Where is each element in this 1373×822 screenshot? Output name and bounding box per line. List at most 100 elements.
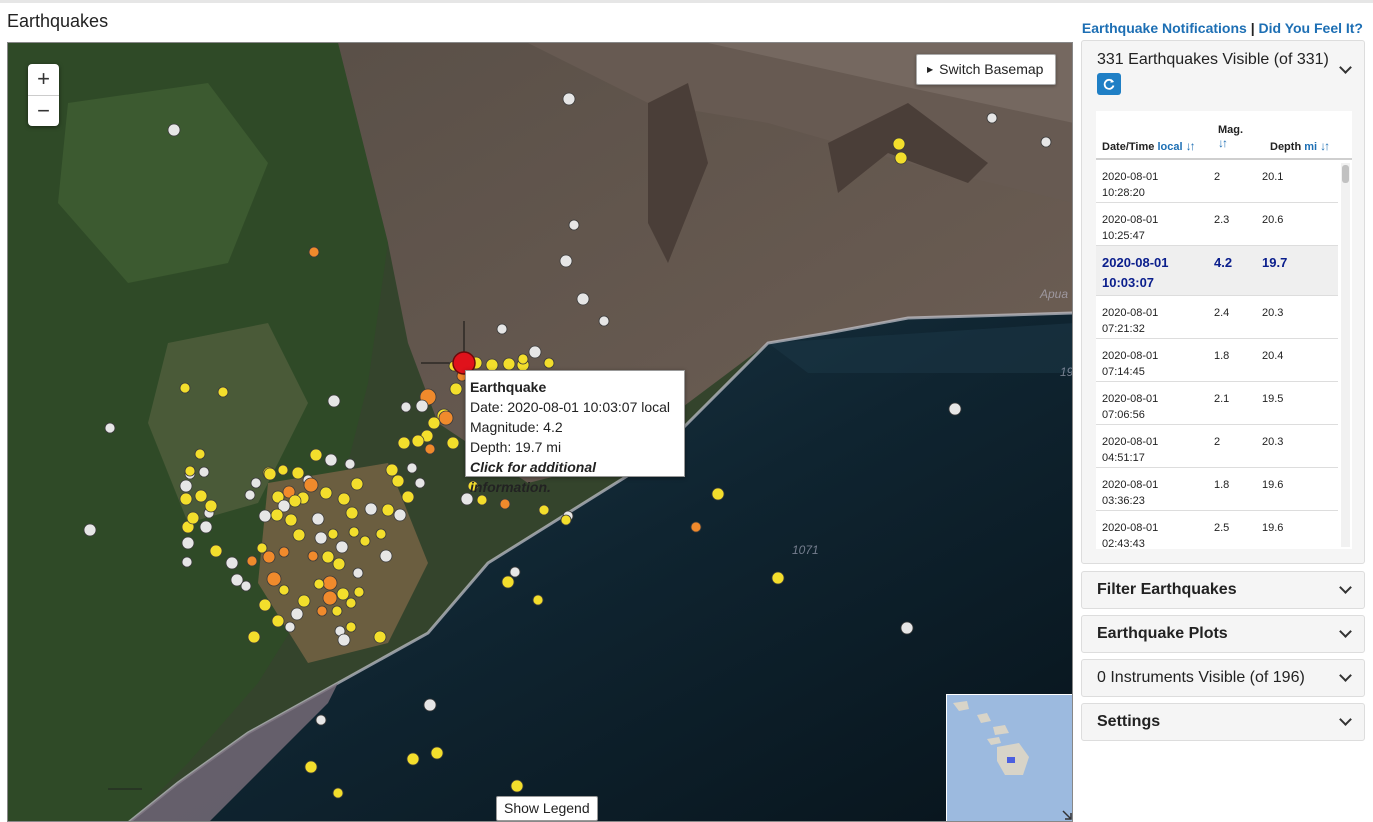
earthquake-marker[interactable] — [225, 556, 239, 570]
earthquake-marker[interactable] — [277, 464, 289, 476]
earthquake-marker[interactable] — [393, 508, 407, 522]
earthquake-marker[interactable] — [291, 466, 305, 480]
earthquake-marker[interactable] — [314, 531, 328, 545]
earthquake-marker[interactable] — [307, 550, 319, 562]
earthquake-marker[interactable] — [598, 315, 610, 327]
settings-header[interactable]: Settings — [1082, 704, 1364, 740]
earthquake-marker[interactable] — [308, 246, 320, 258]
earthquake-marker[interactable] — [415, 399, 429, 413]
table-row[interactable]: 2020-08-01 04:51:17 2 20.3 — [1096, 425, 1338, 468]
earthquake-marker[interactable] — [381, 503, 395, 517]
earthquake-marker[interactable] — [179, 382, 191, 394]
earthquake-marker[interactable] — [576, 292, 590, 306]
earthquake-marker[interactable] — [414, 477, 426, 489]
earthquake-marker[interactable] — [304, 760, 318, 774]
datetime-column-header[interactable]: Date/Time local ↓↑ — [1102, 139, 1196, 153]
earthquake-marker[interactable] — [198, 466, 210, 478]
earthquake-marker[interactable] — [181, 536, 195, 550]
earthquake-marker[interactable] — [244, 489, 256, 501]
earthquake-marker[interactable] — [900, 621, 914, 635]
earthquake-marker[interactable] — [385, 463, 399, 477]
table-row-selected[interactable]: 2020-08-01 10:03:07 4.2 19.7 — [1096, 246, 1338, 296]
earthquake-marker[interactable] — [199, 520, 213, 534]
earthquake-marker[interactable] — [263, 467, 277, 481]
earthquake-marker[interactable] — [502, 357, 516, 371]
earthquake-marker[interactable] — [517, 353, 529, 365]
earthquake-marker[interactable] — [424, 443, 436, 455]
earthquake-marker[interactable] — [246, 555, 258, 567]
table-row[interactable]: 2020-08-01 07:14:45 1.8 20.4 — [1096, 339, 1338, 382]
earthquake-marker[interactable] — [194, 489, 208, 503]
earthquake-marker[interactable] — [449, 382, 463, 396]
earthquake-notifications-link[interactable]: Earthquake Notifications — [1082, 20, 1247, 36]
earthquake-marker[interactable] — [350, 477, 364, 491]
earthquake-marker[interactable] — [438, 410, 454, 426]
earthquake-marker[interactable] — [948, 402, 962, 416]
earthquake-marker[interactable] — [1040, 136, 1052, 148]
earthquake-marker[interactable] — [324, 453, 338, 467]
earthquake-marker[interactable] — [406, 462, 418, 474]
table-row[interactable]: 2020-08-01 10:25:47 2.3 20.6 — [1096, 203, 1338, 246]
earthquake-marker[interactable] — [559, 254, 573, 268]
earthquake-marker[interactable] — [373, 630, 387, 644]
earthquake-plots-panel[interactable]: Earthquake Plots — [1081, 615, 1365, 653]
earthquake-marker[interactable] — [528, 345, 542, 359]
earthquake-marker[interactable] — [167, 123, 181, 137]
filter-earthquakes-header[interactable]: Filter Earthquakes — [1082, 572, 1364, 608]
sort-icon[interactable]: ↓↑ — [1218, 136, 1228, 150]
earthquake-marker[interactable] — [179, 479, 193, 493]
refresh-icon[interactable] — [1097, 73, 1121, 95]
settings-panel[interactable]: Settings — [1081, 703, 1365, 741]
sort-icon[interactable]: ↓↑ — [1320, 139, 1330, 153]
zoom-out-button[interactable]: − — [28, 95, 59, 126]
earthquake-marker[interactable] — [278, 584, 290, 596]
earthquake-marker[interactable] — [337, 492, 351, 506]
earthquake-marker[interactable] — [332, 787, 344, 799]
earthquake-marker[interactable] — [510, 779, 524, 793]
earthquake-marker[interactable] — [401, 490, 415, 504]
earthquake-marker[interactable] — [568, 219, 580, 231]
earthquake-marker[interactable] — [364, 502, 378, 516]
sort-icon[interactable]: ↓↑ — [1186, 139, 1196, 153]
earthquake-marker[interactable] — [532, 594, 544, 606]
table-row[interactable]: 2020-08-01 03:36:23 1.8 19.6 — [1096, 468, 1338, 511]
earthquake-marker[interactable] — [336, 587, 350, 601]
earthquake-marker[interactable] — [411, 434, 425, 448]
earthquake-marker[interactable] — [690, 521, 702, 533]
zoom-in-button[interactable]: + — [28, 64, 59, 95]
earthquake-marker[interactable] — [290, 607, 304, 621]
earthquake-marker[interactable] — [181, 556, 193, 568]
filter-earthquakes-panel[interactable]: Filter Earthquakes — [1081, 571, 1365, 609]
earthquake-marker[interactable] — [345, 621, 357, 633]
earthquake-marker[interactable] — [496, 323, 508, 335]
earthquakes-panel-header[interactable]: 331 Earthquakes Visible (of 331) — [1082, 41, 1364, 99]
earthquake-marker[interactable] — [292, 528, 306, 542]
earthquake-marker[interactable] — [258, 509, 272, 523]
earthquake-marker[interactable] — [315, 714, 327, 726]
earthquake-marker[interactable] — [217, 386, 229, 398]
earthquake-marker[interactable] — [313, 578, 325, 590]
earthquake-marker[interactable] — [986, 112, 998, 124]
earthquake-marker[interactable] — [352, 567, 364, 579]
earthquake-marker[interactable] — [509, 566, 521, 578]
earthquake-marker[interactable] — [311, 512, 325, 526]
earthquake-marker[interactable] — [271, 614, 285, 628]
earthquake-marker[interactable] — [359, 535, 371, 547]
instruments-panel[interactable]: 0 Instruments Visible (of 196) — [1081, 659, 1365, 697]
earthquake-marker[interactable] — [284, 621, 296, 633]
earthquake-marker[interactable] — [288, 494, 302, 508]
earthquake-marker[interactable] — [894, 151, 908, 165]
earthquake-marker[interactable] — [270, 508, 284, 522]
earthquake-marker[interactable] — [337, 633, 351, 647]
overview-minimap[interactable] — [946, 694, 1072, 821]
depth-column-header[interactable]: Depth mi ↓↑ — [1270, 139, 1330, 153]
earthquake-marker[interactable] — [303, 477, 319, 493]
earthquake-marker[interactable] — [240, 580, 252, 592]
earthquake-marker[interactable] — [427, 416, 441, 430]
earthquake-marker[interactable] — [258, 598, 272, 612]
earthquake-marker[interactable] — [375, 528, 387, 540]
earthquake-marker[interactable] — [353, 586, 365, 598]
earthquake-marker[interactable] — [327, 528, 339, 540]
earthquake-marker[interactable] — [446, 436, 460, 450]
earthquake-marker[interactable] — [327, 394, 341, 408]
